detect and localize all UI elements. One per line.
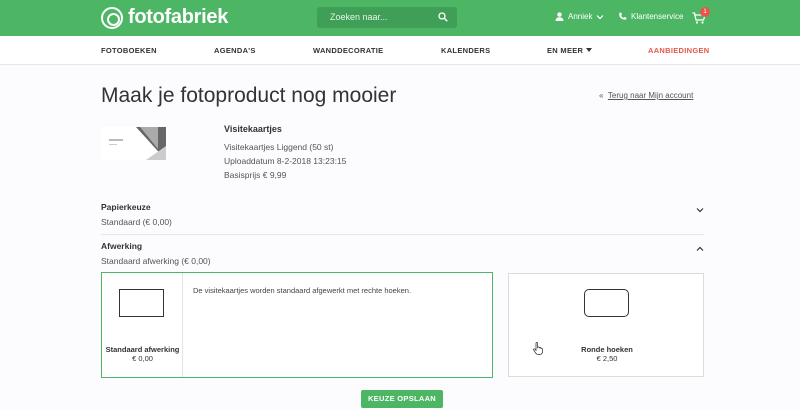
customer-service-label: Klantenservice	[631, 12, 684, 21]
option-rounded-corners[interactable]: Ronde hoeken € 2,50	[508, 273, 704, 377]
brand-logo[interactable]: fotofabriek	[101, 6, 228, 29]
papierkeuze-value: Standaard (€ 0,00)	[101, 217, 172, 227]
nav-wanddecoratie[interactable]: WANDDECORATIE	[313, 46, 383, 55]
product-variant: Visitekaartjes Liggend (50 st)	[224, 142, 334, 152]
base-price: Basisprijs € 9,99	[224, 170, 287, 180]
nav-fotoboeken[interactable]: FOTOBOEKEN	[101, 46, 157, 55]
chevron-down-icon	[597, 14, 604, 19]
user-icon	[555, 12, 564, 21]
user-menu[interactable]: Anniek	[555, 12, 608, 21]
product-name: Visitekaartjes	[224, 124, 282, 134]
back-link-label: Terug naar Mijn account	[607, 91, 694, 100]
option-standard-finish[interactable]: Standaard afwerking € 0,00 De visitekaar…	[101, 272, 493, 378]
cart-count-badge: 1	[700, 7, 710, 17]
product-thumbnail	[101, 127, 166, 160]
logo-icon	[101, 6, 123, 29]
option-standard-price: € 0,00	[132, 354, 153, 363]
user-name: Anniek	[568, 12, 593, 21]
nav-kalenders[interactable]: KALENDERS	[441, 46, 490, 55]
search-input[interactable]: Zoeken naar...	[330, 12, 388, 22]
search-icon[interactable]	[438, 12, 448, 22]
brand-name: fotofabriek	[128, 6, 229, 28]
square-corners-icon	[119, 289, 164, 317]
afwerking-value: Standaard afwerking (€ 0,00)	[101, 256, 211, 266]
save-choice-button[interactable]: KEUZE OPSLAAN	[361, 390, 443, 408]
rounded-corners-icon	[584, 289, 629, 317]
phone-icon	[619, 12, 627, 20]
chevron-down-icon[interactable]	[696, 207, 704, 213]
customer-service-link[interactable]: Klantenservice	[618, 12, 683, 21]
option-standard-label: Standaard afwerking	[105, 345, 180, 354]
back-to-account-link[interactable]: « Terug naar Mijn account	[599, 91, 693, 100]
nav-en-meer-label: EN MEER	[547, 46, 584, 55]
top-bar: fotofabriek Zoeken naar... Anniek Klante…	[0, 0, 800, 36]
caret-down-icon	[586, 48, 593, 52]
option-standard-description: De visitekaartjes worden standaard afgew…	[193, 286, 412, 295]
page-title: Maak je fotoproduct nog mooier	[101, 84, 397, 107]
accordion-papierkeuze[interactable]: Papierkeuze Standaard (€ 0,00)	[101, 202, 704, 227]
nav-aanbiedingen[interactable]: AANBIEDINGEN	[648, 46, 710, 55]
main-navigation: FOTOBOEKEN AGENDA'S WANDDECORATIE KALEND…	[0, 36, 800, 65]
option-rounded-price: € 2,50	[596, 354, 618, 363]
divider	[101, 234, 704, 235]
hand-cursor-icon	[533, 342, 543, 355]
nav-agendas[interactable]: AGENDA'S	[214, 46, 256, 55]
chevron-up-icon[interactable]	[696, 246, 704, 252]
afwerking-title: Afwerking	[101, 241, 143, 251]
option-standard-preview[interactable]: Standaard afwerking € 0,00	[102, 273, 183, 377]
search-box[interactable]: Zoeken naar...	[317, 7, 457, 28]
papierkeuze-title: Papierkeuze	[101, 202, 151, 212]
upload-date: Uploaddatum 8-2-2018 13:23:15	[224, 156, 347, 166]
back-arrow-icon: «	[599, 91, 604, 100]
accordion-afwerking[interactable]: Afwerking Standaard afwerking (€ 0,00)	[101, 241, 704, 266]
nav-en-meer[interactable]: EN MEER	[547, 46, 593, 55]
